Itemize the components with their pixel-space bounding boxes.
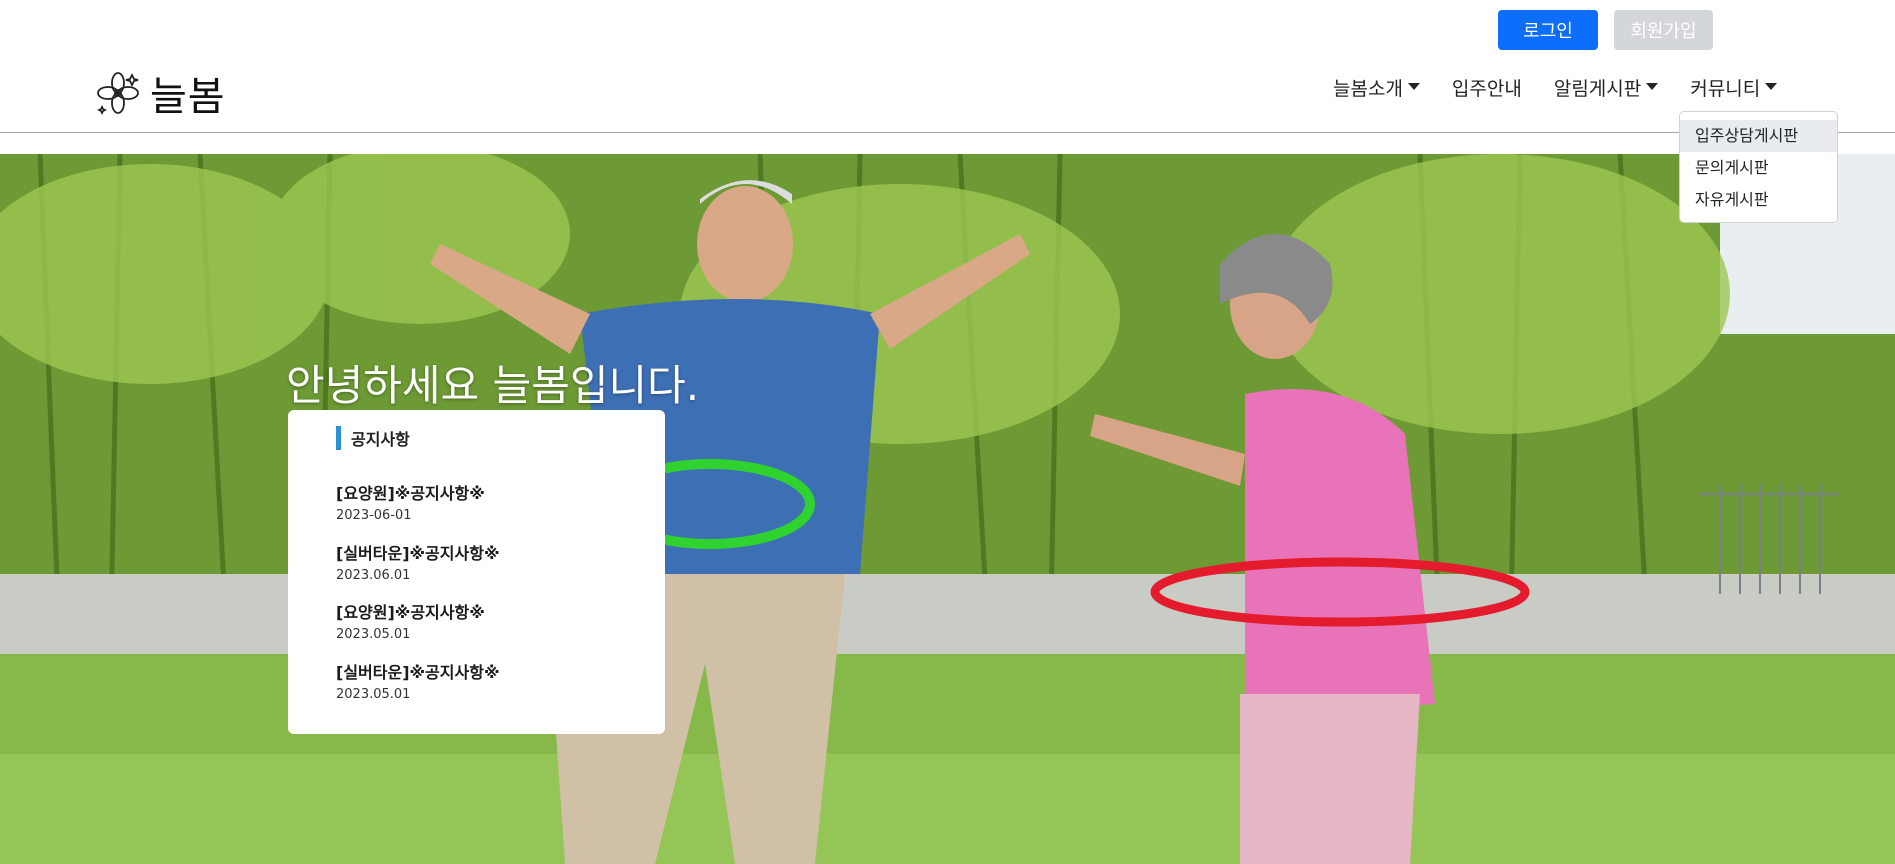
main-nav: 늘봄소개 입주안내 알림게시판 커뮤니티 bbox=[1333, 74, 1778, 101]
auth-buttons: 로그인 회원가입 bbox=[1498, 10, 1713, 50]
community-dropdown-menu: 입주상담게시판 문의게시판 자유게시판 bbox=[1679, 111, 1838, 223]
nav-item-label: 알림게시판 bbox=[1553, 78, 1642, 100]
notice-card-title: 공지사항 bbox=[351, 430, 410, 449]
hero-title: 안녕하세요 늘봄입니다. bbox=[286, 361, 700, 410]
hero-banner-image bbox=[0, 154, 1895, 864]
list-item[interactable]: [실버타운]※공지사항※ 2023.06.01 bbox=[336, 540, 500, 583]
notice-title[interactable]: [실버타운]※공지사항※ bbox=[336, 659, 500, 683]
nav-item-label: 입주안내 bbox=[1451, 78, 1522, 100]
list-item[interactable]: [요양원]※공지사항※ 2023.05.01 bbox=[336, 599, 485, 642]
list-item[interactable]: [요양원]※공지사항※ 2023-06-01 bbox=[336, 480, 485, 523]
nav-item-admission[interactable]: 입주안내 bbox=[1452, 74, 1522, 101]
brand-logo[interactable]: 늘봄 bbox=[96, 64, 226, 122]
flower-icon bbox=[96, 72, 139, 115]
signup-button[interactable]: 회원가입 bbox=[1614, 10, 1713, 50]
caret-down-icon bbox=[1765, 83, 1778, 90]
notice-card-header: 공지사항 bbox=[336, 426, 410, 450]
notice-title[interactable]: [실버타운]※공지사항※ bbox=[336, 540, 500, 564]
notice-date: 2023.05.01 bbox=[336, 627, 411, 642]
notice-date: 2023.05.01 bbox=[336, 687, 411, 702]
hero-illustration bbox=[0, 154, 1895, 864]
caret-down-icon bbox=[1646, 83, 1659, 90]
accent-bar bbox=[336, 426, 341, 450]
caret-down-icon bbox=[1407, 83, 1420, 90]
brand-name: 늘봄 bbox=[150, 74, 226, 120]
nav-item-label: 커뮤니티 bbox=[1690, 78, 1761, 100]
notice-date: 2023-06-01 bbox=[336, 508, 412, 523]
nav-item-notice-board[interactable]: 알림게시판 bbox=[1553, 74, 1659, 101]
notice-card: 공지사항 [요양원]※공지사항※ 2023-06-01 [실버타운]※공지사항※… bbox=[288, 410, 665, 734]
nav-item-label: 늘봄소개 bbox=[1333, 78, 1403, 100]
dropdown-item-free-board[interactable]: 자유게시판 bbox=[1680, 184, 1837, 216]
dropdown-item-consult-board[interactable]: 입주상담게시판 bbox=[1680, 120, 1837, 152]
nav-item-about[interactable]: 늘봄소개 bbox=[1333, 74, 1420, 101]
nav-item-community[interactable]: 커뮤니티 bbox=[1690, 74, 1778, 101]
notice-title[interactable]: [요양원]※공지사항※ bbox=[336, 599, 485, 623]
dropdown-item-inquiry-board[interactable]: 문의게시판 bbox=[1680, 152, 1837, 184]
notice-date: 2023.06.01 bbox=[336, 568, 411, 583]
list-item[interactable]: [실버타운]※공지사항※ 2023.05.01 bbox=[336, 659, 500, 702]
notice-title[interactable]: [요양원]※공지사항※ bbox=[336, 480, 485, 504]
header-divider bbox=[0, 132, 1895, 133]
login-button[interactable]: 로그인 bbox=[1498, 10, 1598, 50]
